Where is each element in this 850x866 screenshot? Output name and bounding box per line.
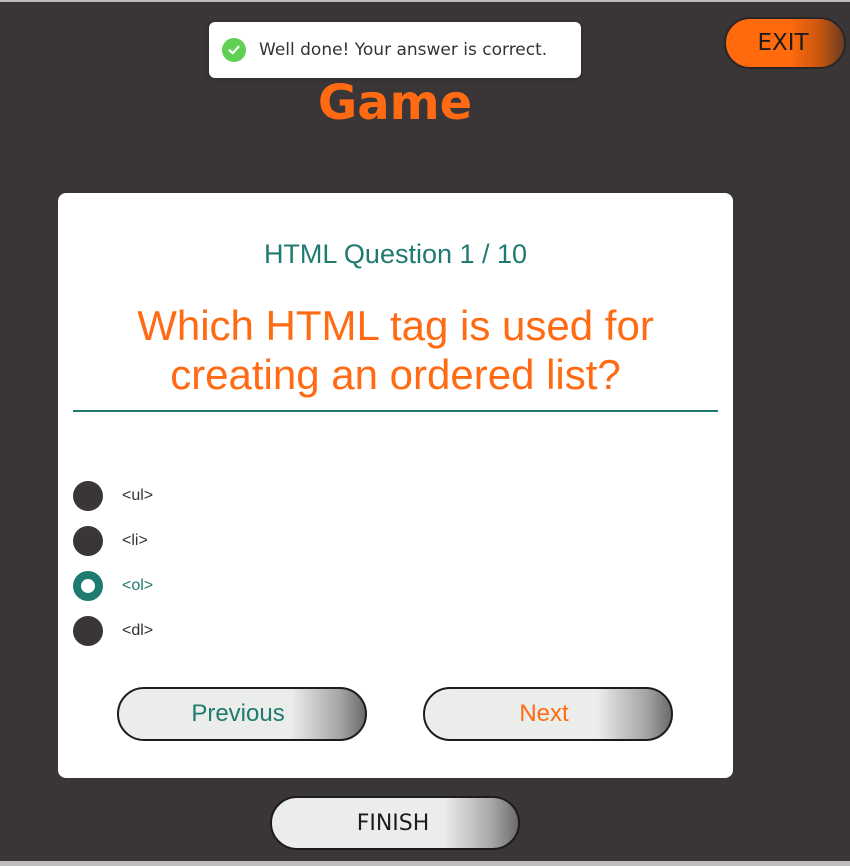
divider (73, 410, 718, 412)
page-title: Game (317, 75, 473, 131)
exit-button[interactable]: EXIT (724, 17, 846, 69)
answer-option[interactable]: <dl> (73, 608, 473, 653)
answer-option-label: <ol> (122, 576, 154, 594)
answer-option-label: <ul> (122, 486, 154, 504)
answer-option[interactable]: <ul> (73, 473, 473, 518)
answer-option[interactable]: <ol> (73, 563, 473, 608)
radio-button[interactable] (73, 615, 103, 646)
bottom-border (0, 861, 850, 866)
answer-option-label: <li> (122, 531, 148, 549)
answer-option[interactable]: <li> (73, 518, 473, 563)
radio-button[interactable] (73, 525, 103, 556)
check-circle-icon (222, 38, 246, 62)
question-text: Which HTML tag is used for creating an o… (137, 302, 654, 398)
answer-option-label: <dl> (122, 621, 154, 639)
toast-message: Well done! Your answer is correct. (259, 40, 548, 60)
question-card: HTML Question 1 / 10 Which HTML tag is u… (58, 193, 733, 778)
previous-button[interactable]: Previous (117, 687, 367, 741)
finish-button[interactable]: FINISH (270, 796, 520, 850)
radio-button[interactable] (73, 480, 103, 511)
next-button[interactable]: Next (423, 687, 673, 741)
answer-options: <ul> <li> <ol> <dl> (73, 473, 473, 653)
question-number: HTML Question 1 / 10 (263, 239, 528, 269)
success-toast: Well done! Your answer is correct. (209, 22, 581, 78)
radio-button[interactable] (73, 570, 103, 601)
